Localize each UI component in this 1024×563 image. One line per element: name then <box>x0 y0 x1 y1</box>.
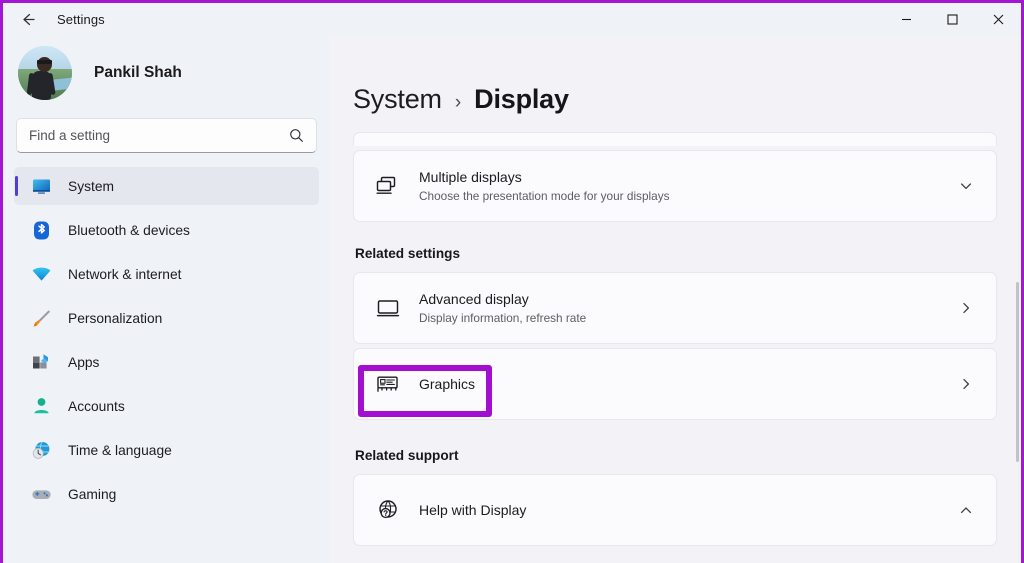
card-text: Help with Display <box>419 501 953 520</box>
title-bar: Settings <box>3 3 1021 36</box>
card-subtitle: Display information, refresh rate <box>419 310 953 327</box>
sidebar-nav: System Bluetooth & devices <box>14 167 319 513</box>
sidebar-item-label: System <box>68 179 114 194</box>
sidebar-item-label: Personalization <box>68 311 162 326</box>
scrollbar-thumb[interactable] <box>1016 282 1019 462</box>
minimize-icon <box>901 14 912 25</box>
card-title: Graphics <box>419 375 953 394</box>
sidebar-item-personalization[interactable]: Personalization <box>14 299 319 337</box>
user-name: Pankil Shah <box>94 64 182 82</box>
user-profile[interactable]: Pankil Shah <box>14 36 319 110</box>
back-button[interactable] <box>7 5 47 35</box>
help-globe-icon <box>372 494 404 526</box>
section-heading-related-support: Related support <box>355 448 997 463</box>
card-title: Multiple displays <box>419 168 953 187</box>
sidebar-item-label: Accounts <box>68 399 125 414</box>
sidebar-item-accounts[interactable]: Accounts <box>14 387 319 425</box>
card-help-with-display[interactable]: Help with Display <box>353 474 997 546</box>
window-title: Settings <box>57 12 105 27</box>
display-icon <box>372 292 404 324</box>
window-controls <box>883 3 1021 36</box>
sidebar-item-apps[interactable]: Apps <box>14 343 319 381</box>
multiple-displays-icon <box>372 170 404 202</box>
window-body: Pankil Shah <box>3 36 1021 563</box>
sidebar-item-label: Bluetooth & devices <box>68 223 190 238</box>
main-content: System › Display Multiple displays Choo <box>330 36 1021 563</box>
scrolled-card-clip[interactable] <box>353 132 997 146</box>
chevron-up-icon[interactable] <box>953 497 979 523</box>
search-icon <box>289 128 304 143</box>
page-title: Display <box>474 84 569 115</box>
close-icon <box>993 14 1004 25</box>
gamepad-icon <box>30 483 52 505</box>
scrollbar-track[interactable] <box>1015 132 1019 563</box>
search-box[interactable] <box>16 118 317 153</box>
minimize-button[interactable] <box>883 3 929 36</box>
breadcrumb-parent[interactable]: System <box>353 84 442 115</box>
sidebar-item-network-internet[interactable]: Network & internet <box>14 255 319 293</box>
settings-window: Settings <box>0 0 1024 563</box>
card-advanced-display[interactable]: Advanced display Display information, re… <box>353 272 997 344</box>
maximize-icon <box>947 14 958 25</box>
graphics-card-icon <box>372 368 404 400</box>
monitor-icon <box>30 175 52 197</box>
paintbrush-icon <box>30 307 52 329</box>
sidebar-item-system[interactable]: System <box>14 167 319 205</box>
card-title: Help with Display <box>419 501 953 520</box>
search-input[interactable] <box>29 128 289 143</box>
apps-icon <box>30 351 52 373</box>
chevron-down-icon[interactable] <box>953 173 979 199</box>
sidebar: Pankil Shah <box>3 36 330 563</box>
card-multiple-displays[interactable]: Multiple displays Choose the presentatio… <box>353 150 997 222</box>
sidebar-item-time-language[interactable]: Time & language <box>14 431 319 469</box>
sidebar-item-gaming[interactable]: Gaming <box>14 475 319 513</box>
avatar <box>18 46 72 100</box>
sidebar-item-label: Time & language <box>68 443 172 458</box>
close-button[interactable] <box>975 3 1021 36</box>
person-icon <box>30 395 52 417</box>
chevron-right-icon[interactable] <box>953 295 979 321</box>
maximize-button[interactable] <box>929 3 975 36</box>
globe-clock-icon <box>30 439 52 461</box>
arrow-left-icon <box>19 11 36 28</box>
breadcrumb-separator: › <box>455 92 461 114</box>
card-text: Multiple displays Choose the presentatio… <box>419 168 953 204</box>
card-text: Graphics <box>419 375 953 394</box>
section-heading-related-settings: Related settings <box>355 246 997 261</box>
wifi-icon <box>30 263 52 285</box>
chevron-right-icon[interactable] <box>953 371 979 397</box>
card-subtitle: Choose the presentation mode for your di… <box>419 188 953 205</box>
card-graphics[interactable]: Graphics <box>353 348 997 420</box>
card-title: Advanced display <box>419 290 953 309</box>
sidebar-item-label: Network & internet <box>68 267 182 282</box>
bluetooth-icon <box>30 219 52 241</box>
sidebar-item-label: Gaming <box>68 487 116 502</box>
breadcrumb: System › Display <box>353 36 997 132</box>
card-text: Advanced display Display information, re… <box>419 290 953 326</box>
sidebar-item-bluetooth-devices[interactable]: Bluetooth & devices <box>14 211 319 249</box>
sidebar-item-label: Apps <box>68 355 99 370</box>
